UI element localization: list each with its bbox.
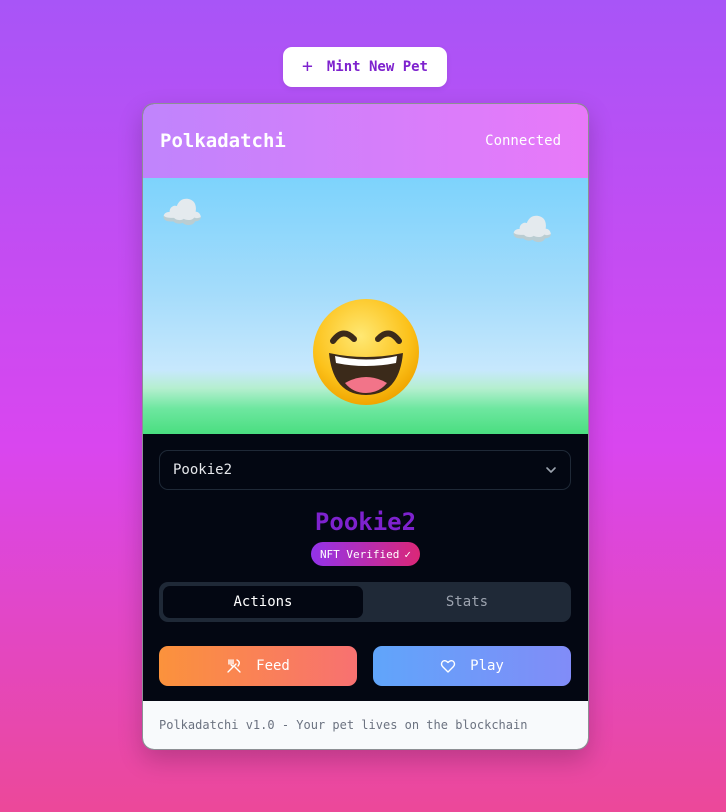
app-title: Polkadatchi	[160, 130, 286, 152]
plus-icon: +	[302, 56, 313, 77]
utensils-icon	[227, 659, 241, 673]
nft-badge-label: NFT Verified	[319, 547, 400, 561]
pet-name: Pookie2	[314, 508, 417, 536]
mint-new-pet-label: Mint New Pet	[326, 59, 428, 75]
card-footer: Polkadatchi v1.0 - Your pet lives on the…	[143, 701, 588, 749]
check-icon: ✓	[404, 547, 412, 561]
tab-actions[interactable]: Actions	[163, 586, 363, 618]
pet-select-value: Pookie2	[173, 462, 233, 478]
play-button[interactable]: Play	[373, 646, 571, 686]
mint-new-pet-button[interactable]: + Mint New Pet	[283, 47, 447, 87]
cloud-icon: ☁️	[511, 210, 554, 250]
tab-stats[interactable]: Stats	[367, 586, 567, 618]
chevron-down-icon	[546, 467, 556, 473]
play-label: Play	[470, 658, 504, 674]
action-buttons: Feed Play	[159, 646, 572, 686]
cloud-icon: ☁️	[161, 193, 204, 233]
feed-button[interactable]: Feed	[159, 646, 357, 686]
card-body: Pookie2 Pookie2 NFT Verified ✓ Actions S…	[143, 434, 588, 686]
heart-icon	[440, 660, 456, 673]
footer-text: Polkadatchi v1.0 - Your pet lives on the…	[159, 718, 528, 732]
nft-verified-badge: NFT Verified ✓	[310, 542, 421, 566]
connection-status: Connected	[485, 133, 561, 149]
pet-card: Polkadatchi Connected ☁️ ☁️ Pookie2 Pook…	[142, 103, 589, 750]
card-header: Polkadatchi Connected	[143, 104, 588, 178]
grinning-face-icon	[312, 299, 419, 405]
feed-label: Feed	[256, 658, 290, 674]
tab-bar: Actions Stats	[159, 582, 571, 622]
pet-select[interactable]: Pookie2	[159, 450, 571, 490]
pet-scene: ☁️ ☁️	[143, 178, 588, 434]
